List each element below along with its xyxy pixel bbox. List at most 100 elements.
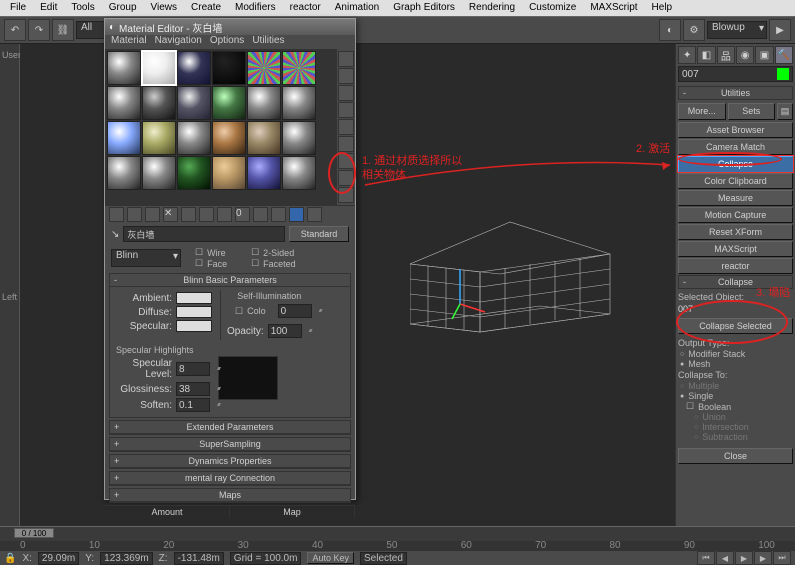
pick-material-icon[interactable]: ↘ <box>111 229 119 240</box>
menu-modifiers[interactable]: Modifiers <box>229 1 282 15</box>
tab-utilities[interactable]: 🔨 <box>775 46 793 64</box>
menu-group[interactable]: Group <box>103 1 143 15</box>
make-copy-icon[interactable] <box>181 207 196 222</box>
configure-sets-button[interactable]: ▤ <box>777 103 793 120</box>
mat-menu-options[interactable]: Options <box>210 35 244 49</box>
sample-slot[interactable] <box>247 86 281 120</box>
undo-button[interactable]: ↶ <box>4 19 26 41</box>
close-button[interactable]: Close <box>678 448 793 464</box>
render-button[interactable]: ▶ <box>769 19 791 41</box>
goto-start-icon[interactable]: ⏮ <box>697 551 715 565</box>
rollout-supersampling[interactable]: SuperSampling <box>110 438 350 451</box>
tab-hierarchy[interactable]: 品 <box>717 46 735 64</box>
sample-slot[interactable] <box>282 86 316 120</box>
render-setup-button[interactable]: ⚙ <box>683 19 705 41</box>
sample-slot[interactable] <box>177 86 211 120</box>
autokey-button[interactable]: Auto Key <box>307 552 354 564</box>
chk-boolean[interactable]: Boolean <box>678 401 793 412</box>
radio-modifier-stack[interactable]: Modifier Stack <box>678 349 793 359</box>
material-type-button[interactable]: Standard <box>289 226 349 242</box>
backlight-icon[interactable] <box>338 68 354 84</box>
video-check-icon[interactable] <box>338 119 354 135</box>
menu-edit[interactable]: Edit <box>34 1 63 15</box>
sample-slot[interactable] <box>142 121 176 155</box>
sample-slot[interactable] <box>212 156 246 190</box>
chk-self-illum-color[interactable]: Colo <box>227 306 274 317</box>
mat-menu-utilities[interactable]: Utilities <box>252 35 284 49</box>
sample-slot[interactable] <box>142 86 176 120</box>
mat-menu-navigation[interactable]: Navigation <box>155 35 202 49</box>
sample-slot[interactable] <box>282 51 316 85</box>
sample-slot[interactable] <box>107 51 141 85</box>
assign-to-selection-icon[interactable] <box>145 207 160 222</box>
chk-facemap[interactable]: Face <box>187 258 235 269</box>
sample-slot[interactable] <box>282 156 316 190</box>
x-coord[interactable]: 29.09m <box>38 552 79 565</box>
y-coord[interactable]: 123.369m <box>100 552 152 565</box>
sample-slot[interactable] <box>247 51 281 85</box>
go-forward-icon[interactable] <box>307 207 322 222</box>
uv-tiling-icon[interactable] <box>338 102 354 118</box>
time-slider[interactable]: 0 / 100 <box>0 527 795 541</box>
object-name-field[interactable]: 007 <box>678 66 793 82</box>
put-to-scene-icon[interactable] <box>127 207 142 222</box>
tab-motion[interactable]: ◉ <box>736 46 754 64</box>
material-name-field[interactable] <box>123 226 285 242</box>
sample-slot[interactable] <box>107 86 141 120</box>
render-type-dropdown[interactable]: Blowup <box>707 21 767 39</box>
menu-views[interactable]: Views <box>145 1 184 15</box>
material-map-nav-icon[interactable] <box>338 187 354 203</box>
util-reset-xform[interactable]: Reset XForm <box>678 224 793 240</box>
menu-reactor[interactable]: reactor <box>284 1 327 15</box>
sample-slot-active[interactable] <box>142 51 176 85</box>
menu-maxscript[interactable]: MAXScript <box>584 1 643 15</box>
material-editor-titlebar[interactable]: ◐ Material Editor - 灰白墙 <box>105 19 355 35</box>
menu-help[interactable]: Help <box>646 1 679 15</box>
menu-customize[interactable]: Customize <box>523 1 582 15</box>
goto-end-icon[interactable]: ⏭ <box>773 551 791 565</box>
diffuse-swatch[interactable] <box>176 306 212 318</box>
util-motion-capture[interactable]: Motion Capture <box>678 207 793 223</box>
shader-dropdown[interactable]: Blinn <box>111 249 181 267</box>
key-filter-selected[interactable]: Selected <box>360 552 407 565</box>
rollout-maps[interactable]: Maps <box>110 489 350 502</box>
sample-slot[interactable] <box>212 121 246 155</box>
util-reactor[interactable]: reactor <box>678 258 793 274</box>
radio-mesh[interactable]: Mesh <box>678 359 793 369</box>
link-button[interactable]: ⛓ <box>52 19 74 41</box>
object-color-swatch[interactable] <box>777 68 789 80</box>
mat-menu-material[interactable]: Material <box>111 35 147 49</box>
menu-grapheditors[interactable]: Graph Editors <box>387 1 461 15</box>
util-maxscript[interactable]: MAXScript <box>678 241 793 257</box>
chk-2sided[interactable]: 2-Sided <box>243 247 304 258</box>
material-id-icon[interactable]: 0 <box>235 207 250 222</box>
collapse-selected-button[interactable]: Collapse Selected <box>678 318 793 334</box>
utilities-rollout-header[interactable]: Utilities <box>678 86 793 100</box>
sample-slot[interactable] <box>212 51 246 85</box>
preview-icon[interactable] <box>338 136 354 152</box>
z-coord[interactable]: -131.48m <box>174 552 224 565</box>
go-to-parent-icon[interactable] <box>289 207 304 222</box>
sample-slot[interactable] <box>142 156 176 190</box>
time-slider-handle[interactable]: 0 / 100 <box>14 528 54 538</box>
reset-map-icon[interactable]: ✕ <box>163 207 178 222</box>
sample-slot[interactable] <box>177 121 211 155</box>
sample-slot[interactable] <box>247 121 281 155</box>
more-button[interactable]: More... <box>678 103 726 120</box>
chk-wire[interactable]: Wire <box>187 247 235 258</box>
sample-slot[interactable] <box>177 51 211 85</box>
collapse-rollout-header[interactable]: Collapse <box>678 275 793 289</box>
next-frame-icon[interactable]: ▶ <box>754 551 772 565</box>
specular-swatch[interactable] <box>176 320 212 332</box>
redo-button[interactable]: ↷ <box>28 19 50 41</box>
rollout-extended[interactable]: Extended Parameters <box>110 421 350 434</box>
menu-create[interactable]: Create <box>185 1 227 15</box>
show-end-result-icon[interactable] <box>271 207 286 222</box>
sets-button[interactable]: Sets <box>728 103 776 120</box>
tab-display[interactable]: ▣ <box>755 46 773 64</box>
rollout-mentalray[interactable]: mental ray Connection <box>110 472 350 485</box>
util-collapse[interactable]: Collapse <box>678 156 793 172</box>
sample-slot[interactable] <box>107 156 141 190</box>
make-unique-icon[interactable] <box>199 207 214 222</box>
chk-faceted[interactable]: Faceted <box>243 258 304 269</box>
